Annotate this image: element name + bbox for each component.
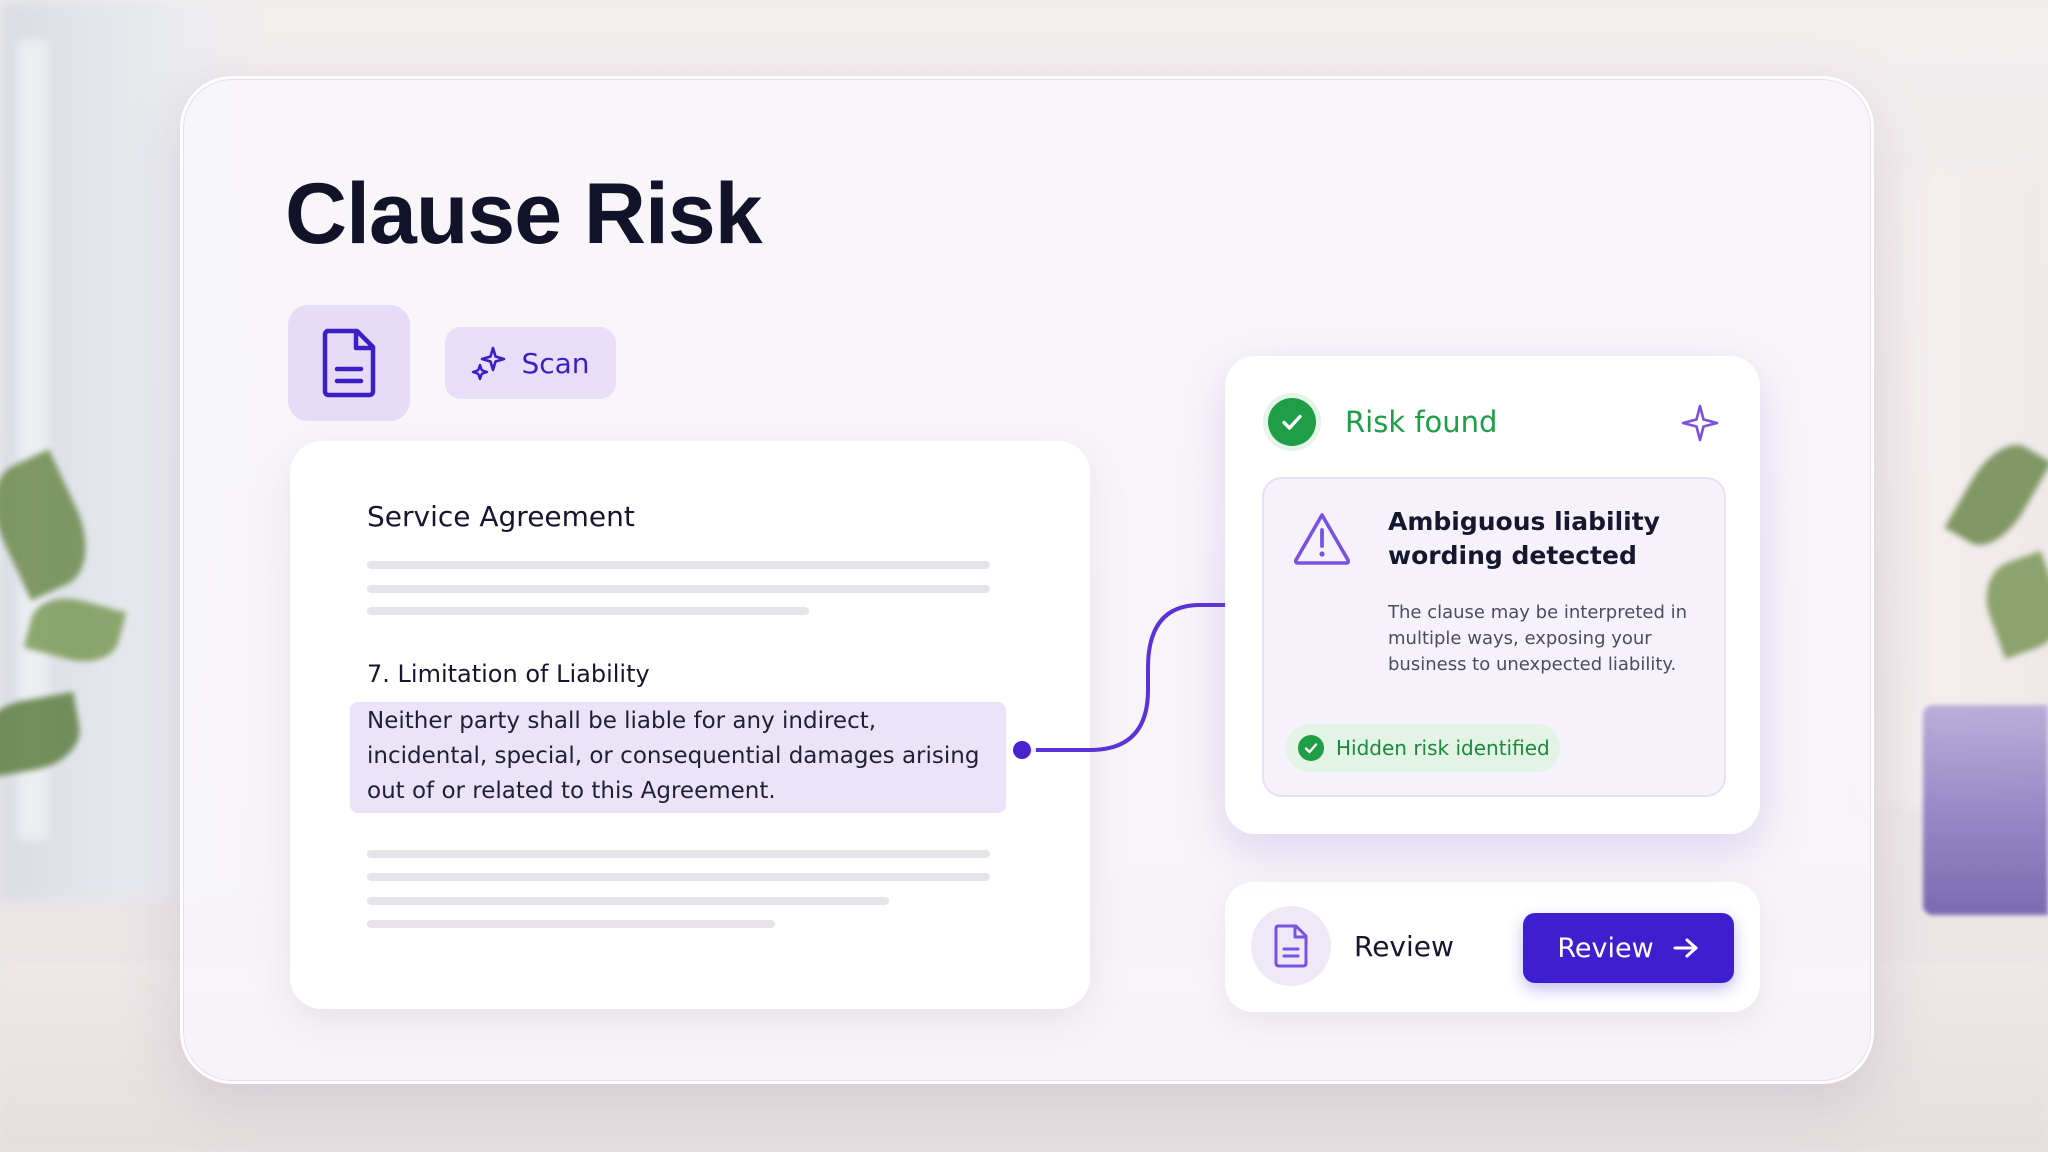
document-icon [322,328,376,398]
placeholder-line [367,607,809,615]
warning-triangle-icon [1292,510,1352,566]
risk-heading: Ambiguous liability wording detected [1388,507,1660,570]
document-title: Service Agreement [367,500,635,533]
scan-button-label: Scan [521,346,590,380]
page-title: Clause Risk [285,166,763,262]
risk-status: Risk found [1345,405,1498,439]
check-circle-icon [1268,398,1316,446]
placeholder-line [367,873,990,881]
review-button[interactable]: Review [1523,913,1734,983]
review-button-label: Review [1557,932,1654,964]
risk-description: The clause may be interpreted in multipl… [1388,602,1688,675]
review-label: Review [1354,930,1454,963]
document-tile[interactable] [288,305,410,421]
placeholder-line [367,897,889,905]
arrow-right-icon [1673,938,1698,958]
placeholder-line [367,920,775,928]
scan-button[interactable]: Scan [445,327,616,399]
placeholder-line [367,850,990,858]
placeholder-line [367,561,990,569]
hidden-risk-label: Hidden risk identified [1336,736,1550,760]
document-icon [1251,906,1331,986]
placeholder-line [367,585,990,593]
check-circle-icon [1298,735,1324,761]
sparkles-icon [472,346,506,381]
hidden-risk-badge: Hidden risk identified [1286,724,1560,772]
background-glass [1923,705,2048,915]
section-heading: 7. Limitation of Liability [367,660,650,688]
clause-text: Neither party shall be liable for any in… [367,708,980,804]
sparkle-icon[interactable] [1680,403,1720,443]
